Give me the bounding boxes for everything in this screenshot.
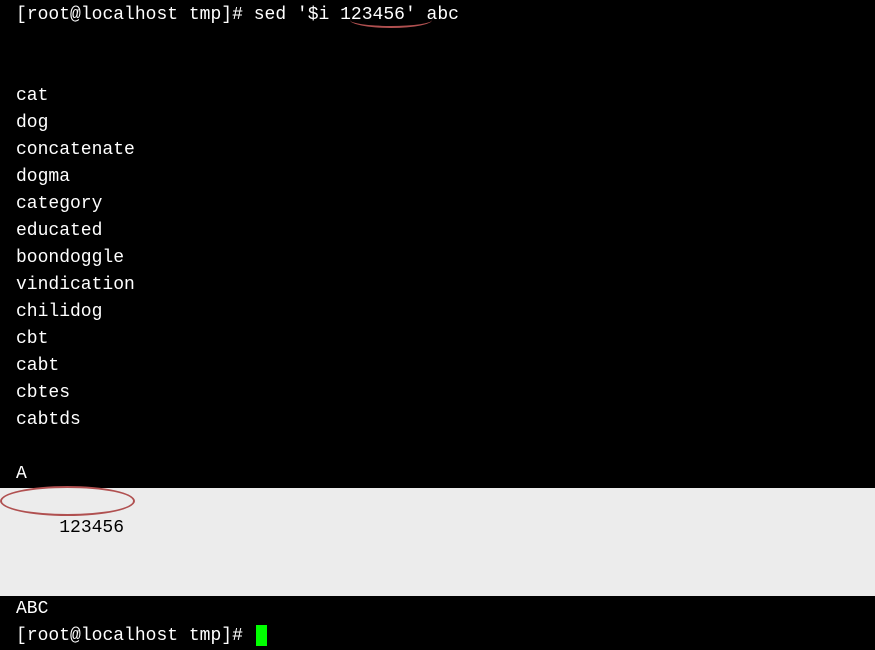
highlighted-text: 123456 <box>59 518 124 538</box>
prompt-user: root <box>27 5 70 25</box>
prompt-at: @ <box>70 626 81 646</box>
output-line: ABC <box>0 596 875 623</box>
prompt-open: [ <box>16 5 27 25</box>
output-line: cbtes <box>0 380 875 407</box>
prompt-host: localhost <box>81 626 178 646</box>
output-line: cat <box>0 83 875 110</box>
prompt-line-2: [root@localhost tmp]# <box>0 623 875 650</box>
output-text: ABC <box>16 599 48 619</box>
prompt-cwd: tmp <box>189 5 221 25</box>
output-line: cbt <box>0 326 875 353</box>
output-line: A <box>0 461 875 488</box>
circle-annotation <box>0 486 135 516</box>
prompt-host: localhost <box>81 5 178 25</box>
prompt-close: ] <box>221 5 232 25</box>
output-line: educated <box>0 218 875 245</box>
prompt-symbol: # <box>232 5 243 25</box>
output-line: cabtds <box>0 407 875 434</box>
prompt-symbol: # <box>232 626 243 646</box>
output-line: boondoggle <box>0 245 875 272</box>
output-line: category <box>0 191 875 218</box>
terminal[interactable]: [root@localhost tmp]# sed '$i 123456' ab… <box>0 2 875 650</box>
prompt-open: [ <box>16 626 27 646</box>
prompt-cwd: tmp <box>189 626 221 646</box>
prompt-at: @ <box>70 5 81 25</box>
output-line: cabt <box>0 353 875 380</box>
highlighted-output-line: 123456 <box>0 488 875 596</box>
prompt-close: ] <box>221 626 232 646</box>
output-line: vindication <box>0 272 875 299</box>
command-text: sed '$i 123456' abc <box>254 5 459 25</box>
command-output: catdogconcatenatedogmacategoryeducatedbo… <box>0 83 875 488</box>
prompt-line-1: [root@localhost tmp]# sed '$i 123456' ab… <box>0 2 875 83</box>
output-line: dog <box>0 110 875 137</box>
cursor-icon <box>256 625 267 646</box>
output-line: dogma <box>0 164 875 191</box>
prompt-user: root <box>27 626 70 646</box>
output-line: chilidog <box>0 299 875 326</box>
output-line: concatenate <box>0 137 875 164</box>
output-line <box>0 434 875 461</box>
